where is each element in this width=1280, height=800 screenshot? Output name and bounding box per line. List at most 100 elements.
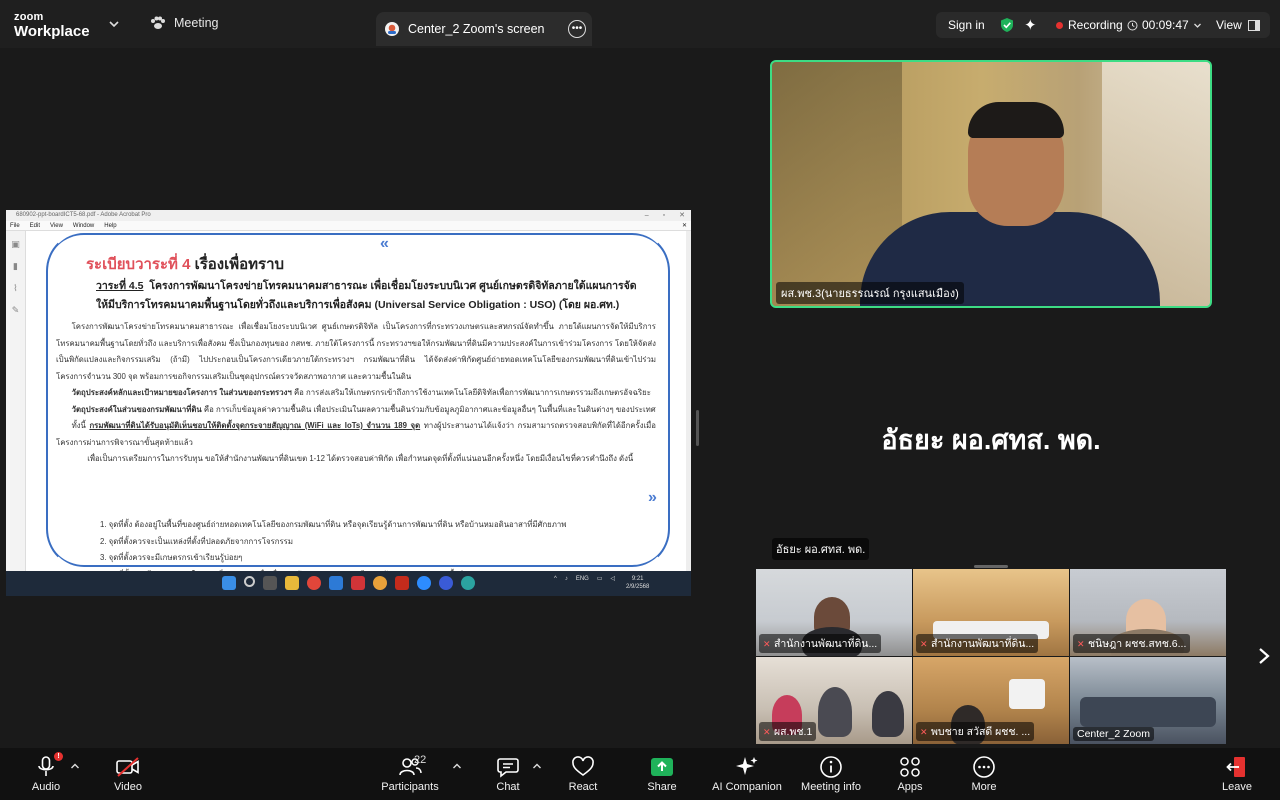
paragraph-4-underlined: กรมพัฒนาที่ดินได้รับอนุมัติเห็นชอบให้ติด… bbox=[89, 421, 421, 430]
view-button[interactable]: View bbox=[1216, 18, 1260, 32]
leave-button[interactable]: Leave bbox=[1197, 754, 1277, 793]
paw-icon bbox=[151, 16, 165, 29]
react-button[interactable]: React bbox=[543, 754, 623, 793]
menu-view: View bbox=[50, 223, 63, 229]
meeting-timer[interactable]: 00:09:47 bbox=[1127, 18, 1202, 32]
paragraph-5-text: เพื่อเป็นการเตรียมการในการรับทุน ขอให้สำ… bbox=[87, 454, 634, 463]
top-bar: zoom Workplace Meeting Center_2 Zoom's s… bbox=[0, 0, 1280, 48]
recording-label: Recording bbox=[1068, 18, 1123, 32]
bookmark-icon: ▮ bbox=[13, 261, 18, 271]
participant-tile[interactable]: ✕ ชนิษฎา ผชช.สทช.6... bbox=[1070, 569, 1226, 656]
share-screen-icon bbox=[650, 754, 674, 780]
participant-name-tag: ✕ สำนักงานพัฒนาที่ดิน... bbox=[916, 634, 1039, 653]
shared-screen-tab[interactable]: Center_2 Zoom's screen ••• bbox=[376, 12, 592, 46]
participant-tile[interactable]: ✕ ผส.พช.1 bbox=[756, 657, 912, 744]
chat-options-chevron-up-icon[interactable] bbox=[532, 762, 542, 770]
agenda-line-2: ให้มีบริการโทรคมนาคมพื้นฐานโดยทั่วถึงและ… bbox=[96, 299, 620, 311]
double-chevron-left-icon: « bbox=[380, 235, 389, 252]
chat-icon bbox=[496, 754, 520, 780]
mic-icon: ! bbox=[36, 752, 63, 780]
slide-heading: ระเบียบวาระที่ 4 เรื่องเพื่อทราบ bbox=[86, 252, 284, 276]
panel-resize-handle[interactable] bbox=[696, 410, 699, 446]
start-icon bbox=[222, 576, 236, 590]
participant-name-tag: Center_2 Zoom bbox=[1073, 727, 1154, 741]
file-explorer-icon bbox=[285, 576, 299, 590]
apps-label: Apps bbox=[897, 781, 923, 793]
participants-label: Participants bbox=[381, 781, 439, 793]
participant-name: ผส.พช.1 bbox=[774, 726, 813, 738]
close-icon: ✕ bbox=[679, 212, 685, 219]
more-options-icon[interactable]: ••• bbox=[568, 20, 586, 38]
agenda-number: วาระที่ 4.5 bbox=[96, 280, 144, 292]
audio-options-chevron-up-icon[interactable] bbox=[70, 762, 80, 770]
alert-badge: ! bbox=[54, 752, 63, 761]
double-chevron-right-icon: » bbox=[648, 489, 657, 506]
paragraph-1: โครงการพัฒนาโครงข่ายโทรคมนาคมสาธารณะ เพื… bbox=[56, 319, 656, 385]
agenda-title: วาระที่ 4.5 โครงการพัฒนาโครงข่ายโทรคมนาค… bbox=[96, 277, 666, 315]
acrobat-menu-bar: File Edit View Window Help ✕ bbox=[6, 221, 691, 231]
participant-tile[interactable]: ✕ พบชาย สวัสดี ผชช. ... bbox=[913, 657, 1069, 744]
share-label: Share bbox=[647, 781, 677, 793]
timer-value: 00:09:47 bbox=[1142, 18, 1189, 32]
pinned-participant-label: อัธยะ ผอ.ศทส. พด. bbox=[772, 538, 870, 560]
slide-body: โครงการพัฒนาโครงข่ายโทรคมนาคมสาธารณะ เพื… bbox=[56, 319, 656, 468]
gallery-drag-handle[interactable] bbox=[974, 565, 1008, 568]
acrobat-icon bbox=[395, 576, 409, 590]
participant-name: Center_2 Zoom bbox=[1077, 728, 1150, 740]
paragraph-3-bold: วัตถุประสงค์ในส่วนของกรมพัฒนาที่ดิน bbox=[71, 404, 202, 414]
mic-muted-icon: ✕ bbox=[763, 727, 771, 737]
paragraph-2-bold: วัตถุประสงค์หลักและเป้าหมายของโครงการ ใน… bbox=[71, 388, 292, 397]
more-label: More bbox=[971, 781, 997, 793]
meeting-tab[interactable]: Meeting bbox=[150, 16, 218, 30]
search-icon bbox=[244, 576, 255, 587]
app-icon bbox=[439, 576, 453, 590]
participant-tile[interactable]: ✕ สำนักงานพัฒนาที่ดิน... bbox=[913, 569, 1069, 656]
ai-sparkle-icon[interactable]: ✦ bbox=[1024, 16, 1037, 34]
video-button[interactable]: Video bbox=[88, 754, 168, 793]
apps-button[interactable]: Apps bbox=[870, 754, 950, 793]
agenda-line-1: โครงการพัฒนาโครงข่ายโทรคมนาคมสาธารณะ เพื… bbox=[149, 280, 637, 292]
participant-figure bbox=[818, 687, 852, 737]
layout-icon bbox=[1247, 19, 1260, 31]
chevron-right-icon[interactable] bbox=[1254, 644, 1274, 668]
meeting-info-button[interactable]: Meeting info bbox=[791, 754, 871, 793]
menu-window: Window bbox=[72, 223, 95, 229]
speaker-name: ผส.พช.3(นายธรรณรณ์ กรุงแสนเมือง) bbox=[776, 282, 964, 304]
chevron-down-icon[interactable] bbox=[108, 18, 120, 30]
meeting-controls: ! Audio Video 22 Participants Chat React bbox=[0, 748, 1280, 800]
recording-dot-icon bbox=[1056, 21, 1063, 29]
chat-label: Chat bbox=[496, 781, 520, 793]
shield-check-icon[interactable] bbox=[1000, 17, 1014, 33]
zoom-workplace-logo[interactable]: zoom Workplace bbox=[14, 11, 90, 40]
gallery-grid: ✕ สำนักงานพัฒนาที่ดิน... ✕ สำนักงานพัฒนาที… bbox=[756, 569, 1226, 744]
participant-tile[interactable]: ✕ สำนักงานพัฒนาที่ดิน... bbox=[756, 569, 912, 656]
share-button[interactable]: Share bbox=[622, 754, 702, 793]
chat-button[interactable]: Chat bbox=[468, 754, 548, 793]
acrobat-title: 680902-ppt-boardICT5-68.pdf - Adobe Acro… bbox=[16, 212, 151, 218]
paragraph-3-text: คือ การเก็บข้อมูลค่าความชื้นดิน เพื่อประ… bbox=[201, 404, 656, 414]
audio-button[interactable]: ! Audio bbox=[6, 752, 86, 793]
participant-name-tag: ✕ สำนักงานพัฒนาที่ดิน... bbox=[759, 634, 882, 653]
chevron-up-icon: ^ bbox=[554, 575, 557, 582]
active-speaker-video[interactable]: ผส.พช.3(นายธรรณรณ์ กรุงแสนเมือง) bbox=[770, 60, 1212, 308]
mic-icon: ♪ bbox=[564, 575, 568, 582]
paragraph-2-text: คือ การส่งเสริมให้เกษตรกรเข้าถึงการใช้งา… bbox=[291, 388, 651, 397]
acrobat-scrollbar bbox=[686, 231, 691, 571]
participant-name: สำนักงานพัฒนาที่ดิน... bbox=[774, 638, 878, 650]
ai-companion-button[interactable]: AI Companion bbox=[707, 754, 787, 793]
menu-edit: Edit bbox=[29, 223, 41, 229]
recording-indicator[interactable]: Recording bbox=[1056, 18, 1123, 32]
maximize-icon: ▫ bbox=[662, 212, 666, 219]
brand-small: zoom bbox=[14, 11, 44, 23]
signature-icon: ✎ bbox=[11, 305, 20, 315]
paragraph-4-pre: ทั้งนี้ bbox=[71, 421, 90, 430]
mic-muted-icon: ✕ bbox=[920, 727, 928, 737]
participants-button[interactable]: 22 Participants bbox=[370, 754, 450, 793]
sign-in-button[interactable]: Sign in bbox=[948, 18, 985, 32]
view-label: View bbox=[1216, 18, 1242, 32]
mic-muted-icon: ✕ bbox=[920, 639, 928, 649]
participants-options-chevron-up-icon[interactable] bbox=[452, 762, 462, 770]
participant-tile[interactable]: Center_2 Zoom bbox=[1070, 657, 1226, 744]
list-item: 1. จุดที่ตั้ง ต้องอยู่ในพื้นที่ของศูนย์ถ… bbox=[100, 520, 567, 529]
more-button[interactable]: More bbox=[944, 754, 1024, 793]
